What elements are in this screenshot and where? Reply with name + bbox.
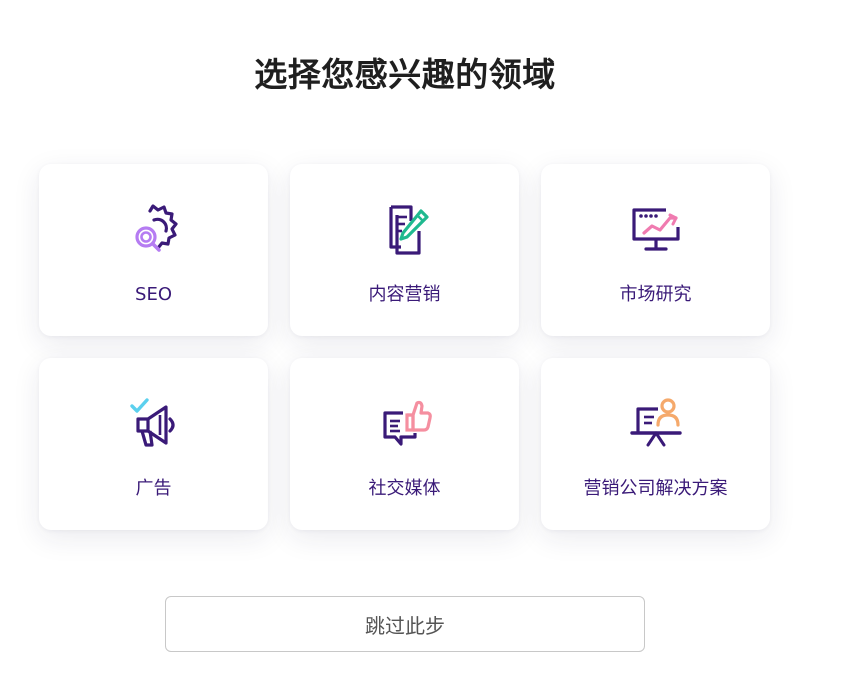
category-label: 营销公司解决方案 bbox=[583, 478, 728, 499]
category-label: 市场研究 bbox=[619, 284, 692, 305]
category-card-content-marketing[interactable]: 内容营销 bbox=[290, 164, 519, 336]
category-card-advertising[interactable]: 广告 bbox=[39, 358, 268, 530]
monitor-chart-icon bbox=[624, 197, 688, 261]
category-card-market-research[interactable]: 市场研究 bbox=[541, 164, 770, 336]
skip-button[interactable]: 跳过此步 bbox=[165, 596, 645, 652]
interest-selection-page: 选择您感兴趣的领域 SEO 内容营销 市场研究 广告 社交媒体 营销公司解决方案… bbox=[0, 0, 842, 699]
category-label: 内容营销 bbox=[368, 284, 441, 305]
chat-thumbs-up-icon bbox=[373, 391, 437, 455]
category-card-agency-solutions[interactable]: 营销公司解决方案 bbox=[541, 358, 770, 530]
document-pencil-icon bbox=[373, 197, 437, 261]
category-label: 广告 bbox=[135, 478, 172, 499]
megaphone-icon bbox=[122, 391, 186, 455]
presenter-board-icon bbox=[624, 391, 688, 455]
category-card-social-media[interactable]: 社交媒体 bbox=[290, 358, 519, 530]
category-label: SEO bbox=[135, 284, 172, 305]
page-title: 选择您感兴趣的领域 bbox=[254, 55, 556, 94]
category-card-seo[interactable]: SEO bbox=[39, 164, 268, 336]
category-grid: SEO 内容营销 市场研究 广告 社交媒体 营销公司解决方案 bbox=[39, 164, 770, 530]
category-label: 社交媒体 bbox=[368, 478, 441, 499]
gear-magnifier-icon bbox=[122, 197, 186, 261]
